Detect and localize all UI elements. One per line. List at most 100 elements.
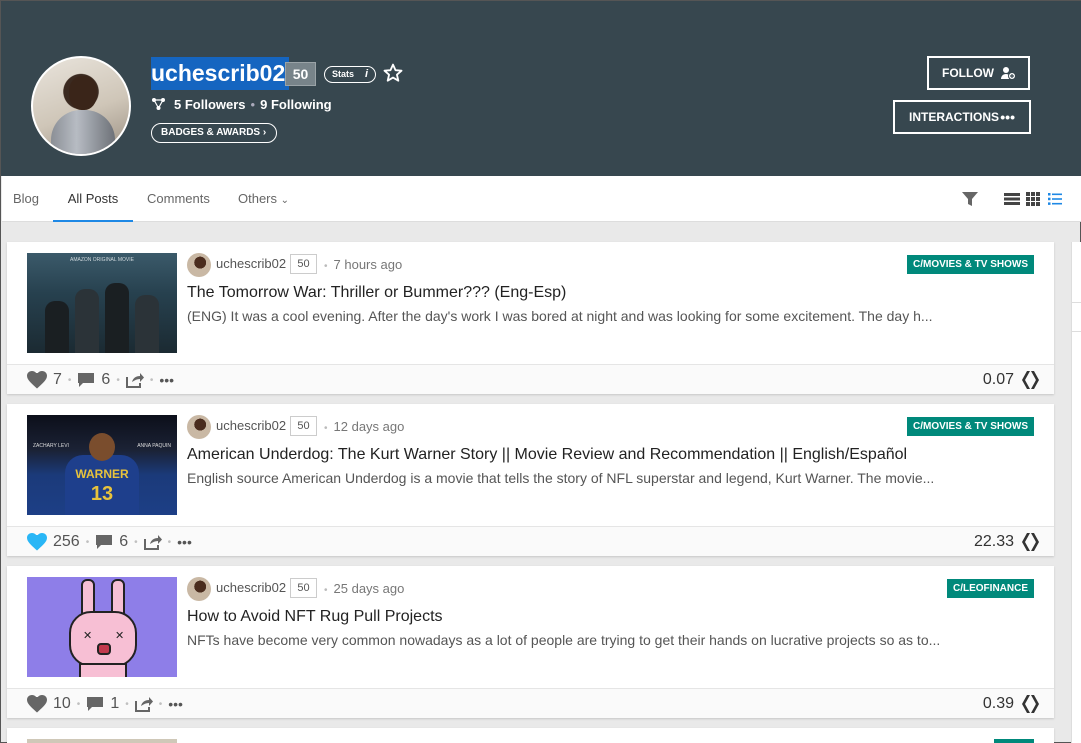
community-tag[interactable]: C/MOVIES & TV SHOWS [906,255,1034,274]
share-icon[interactable] [134,696,153,712]
interactions-button[interactable]: INTERACTIONS ••• [893,100,1031,134]
tab-others[interactable]: Others ⌄ [238,176,289,222]
post-actions: 7 • 6 • • ••• [27,365,174,395]
post-title[interactable]: American Underdog: The Kurt Warner Story… [187,446,907,464]
author-name[interactable]: uchescrib02 [216,580,286,595]
separator-dot: • [167,536,172,548]
thumbnail-caption: AMAZON ORIGINAL MOVIE [70,257,134,263]
author-name[interactable]: uchescrib02 [216,418,286,433]
post-thumbnail[interactable]: ZACHARY LEVI ANNA PAQUIN WARNER 13 [27,415,177,515]
comment-count[interactable]: 6 [119,533,128,551]
followers-count: 5 [174,96,182,112]
author-reputation: 50 [290,416,317,436]
author-avatar[interactable] [187,253,211,277]
comment-icon[interactable] [77,372,95,388]
post-payout[interactable]: 22.33 [974,533,1014,551]
community-tag[interactable]: C/LEOFINANCE [947,579,1034,598]
author-avatar[interactable] [187,577,211,601]
view-grid-icon[interactable] [1026,192,1040,206]
separator-dot: • [67,374,72,386]
post-thumbnail[interactable]: AMAZON ORIGINAL MOVIE [27,253,177,353]
more-dots-icon: ••• [1000,109,1015,125]
follow-button[interactable]: FOLLOW [927,56,1030,90]
separator-dot: • [134,536,138,548]
like-count[interactable]: 256 [53,533,80,551]
profile-avatar[interactable] [31,56,131,156]
profile-username: uchescrib02 [151,57,290,90]
post-title[interactable]: The Tomorrow War: Thriller or Bummer??? … [187,284,566,302]
post-time[interactable]: 7 hours ago [324,257,403,272]
thumbnail-head [89,433,115,461]
author-name[interactable]: uchescrib02 [216,256,286,271]
hive-icon [1022,533,1039,551]
followers-link[interactable]: 5 Followers [174,97,246,112]
filter-icon[interactable] [962,192,978,206]
follow-label: FOLLOW [942,66,994,80]
post-payout[interactable]: 0.07 [983,371,1014,389]
community-tag[interactable] [994,739,1034,743]
share-icon[interactable] [143,534,162,550]
comment-count[interactable]: 1 [110,695,119,713]
post-body: ✕ ✕ uchescrib02 50 25 days ago C/LEOFINA… [7,566,1054,688]
separator-dot: • [85,536,90,548]
following-label: Following [270,96,332,112]
community-tag[interactable]: C/MOVIES & TV SHOWS [906,417,1034,436]
tab-comments[interactable]: Comments [147,176,210,222]
thumbnail-caption: ANNA PAQUIN [137,443,171,449]
stats-button[interactable]: Stats i [324,66,376,83]
tab-all-posts[interactable]: All Posts [53,176,133,222]
post-title[interactable]: How to Avoid NFT Rug Pull Projects [187,608,443,626]
thumbnail-jersey: WARNER 13 [65,455,139,515]
following-count: 9 [260,96,268,112]
share-icon[interactable] [125,372,144,388]
badges-label: BADGES & AWARDS [161,127,261,138]
post-body: AMAZON ORIGINAL MOVIE uchescrib02 50 7 h… [7,242,1054,364]
network-icon [152,98,165,110]
author-avatar[interactable] [187,415,211,439]
hive-icon [1022,371,1039,389]
star-icon[interactable] [382,62,404,84]
following-link[interactable]: 9 Following [260,97,332,112]
badges-awards-button[interactable]: BADGES & AWARDS › [151,123,277,143]
side-panel-notch [1072,302,1081,332]
post-thumbnail[interactable] [27,739,177,743]
comment-count[interactable]: 6 [101,371,110,389]
side-panel-edge [1071,242,1081,743]
view-compact-icon[interactable] [1048,193,1062,205]
post-payout[interactable]: 0.39 [983,695,1014,713]
info-icon: i [364,68,368,80]
heart-icon[interactable] [27,695,47,713]
post-card[interactable] [7,728,1054,743]
avatar-face [69,76,97,110]
comment-icon[interactable] [95,534,113,550]
comment-icon[interactable] [86,696,104,712]
post-time[interactable]: 25 days ago [324,581,405,596]
post-time[interactable]: 12 days ago [324,419,405,434]
thumbnail-head: ✕ ✕ [69,611,137,667]
more-options-icon[interactable]: ••• [159,372,174,388]
tab-blog[interactable]: Blog [13,176,39,222]
more-options-icon[interactable]: ••• [177,534,192,550]
post-excerpt[interactable]: NFTs have become very common nowadays as… [187,632,940,648]
post-excerpt[interactable]: English source American Underdog is a mo… [187,470,934,486]
thumbnail-figure [105,283,129,353]
separator-dot: • [125,698,129,710]
add-user-icon [1001,67,1016,80]
jersey-name: WARNER [75,467,129,481]
heart-icon[interactable] [27,533,47,551]
thumbnail-mouth [97,643,111,655]
like-count[interactable]: 10 [53,695,71,713]
view-list-icon[interactable] [1004,193,1020,205]
like-count[interactable]: 7 [53,371,62,389]
post-thumbnail[interactable]: ✕ ✕ [27,577,177,677]
heart-icon[interactable] [27,371,47,389]
post-card[interactable]: AMAZON ORIGINAL MOVIE uchescrib02 50 7 h… [7,242,1054,394]
post-excerpt[interactable]: (ENG) It was a cool evening. After the d… [187,308,933,324]
reputation-badge: 50 [285,62,316,86]
post-body: ZACHARY LEVI ANNA PAQUIN WARNER 13 uches… [7,404,1054,526]
chevron-right-icon: › [262,127,267,138]
chevron-down-icon: ⌄ [280,195,290,206]
post-card[interactable]: ZACHARY LEVI ANNA PAQUIN WARNER 13 uches… [7,404,1054,556]
more-options-icon[interactable]: ••• [168,696,183,712]
post-card[interactable]: ✕ ✕ uchescrib02 50 25 days ago C/LEOFINA… [7,566,1054,718]
